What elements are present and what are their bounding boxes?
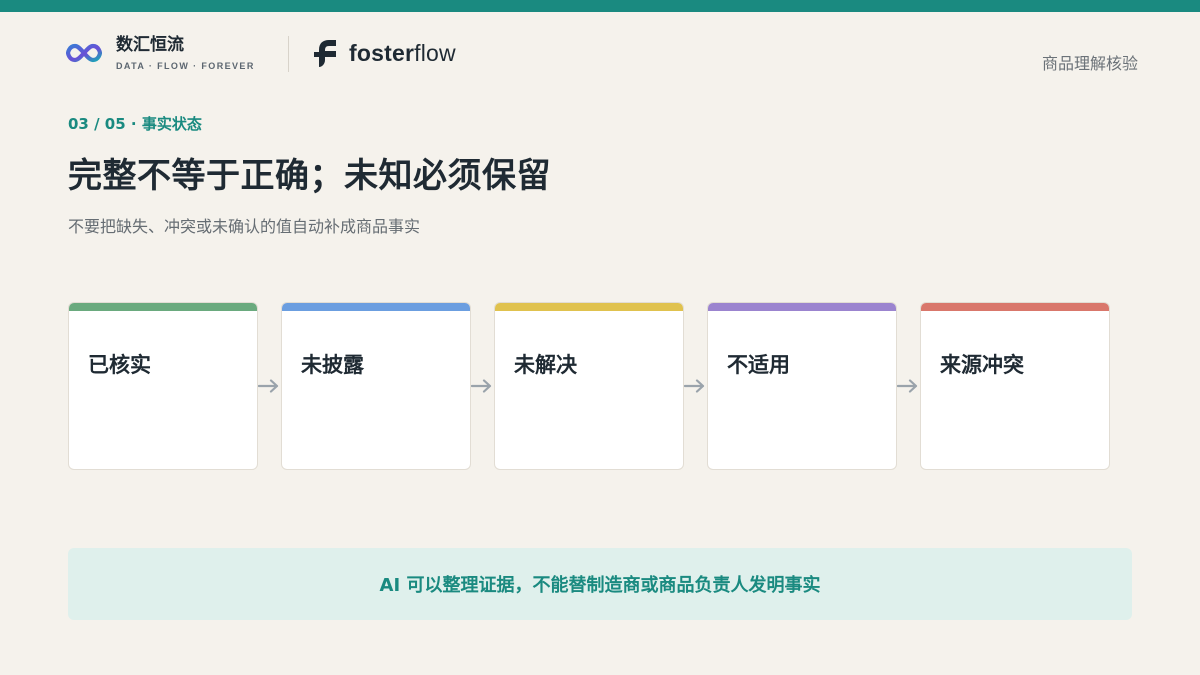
card-label: 来源冲突 [940,353,1024,377]
card-label: 未解决 [514,353,577,377]
arrow-right-icon [471,379,492,393]
card-label: 未披露 [301,353,364,377]
arrow-right-icon [684,379,705,393]
card-color-stripe [921,303,1109,311]
callout-text: AI 可以整理证据，不能替制造商或商品负责人发明事实 [379,575,821,596]
card-color-stripe [69,303,257,311]
brand-logo: 数汇恒流 DATA · FLOW · FOREVER [66,34,255,71]
state-card-unresolved: 未解决 [494,302,684,470]
brand-tagline: DATA · FLOW · FOREVER [116,61,255,71]
page-subtitle: 不要把缺失、冲突或未确认的值自动补成商品事实 [68,217,421,236]
card-color-stripe [495,303,683,311]
page-context-label: 商品理解核验 [1041,54,1138,73]
arrow-right-icon [258,379,279,393]
state-card-verified: 已核实 [68,302,258,470]
brand-name: 数汇恒流 [116,35,184,55]
section-label: 03 / 05 · 事实状态 [68,115,202,133]
logo-divider [288,36,289,72]
arrow-right-icon [897,379,918,393]
card-color-stripe [282,303,470,311]
card-label: 不适用 [727,353,790,377]
card-label: 已核实 [88,353,151,377]
infinity-loop-logo-icon [66,43,102,62]
page-title: 完整不等于正确；未知必须保留 [68,156,551,196]
state-card-source-conflict: 来源冲突 [920,302,1110,470]
partner-wordmark: fosterflow [349,39,456,66]
key-message-callout: AI 可以整理证据，不能替制造商或商品负责人发明事实 [68,548,1132,620]
fosterflow-logo-icon [314,40,336,67]
partner-logo: fosterflow [312,38,456,68]
card-color-stripe [708,303,896,311]
state-card-undisclosed: 未披露 [281,302,471,470]
state-card-not-applicable: 不适用 [707,302,897,470]
fact-state-cards: 已核实 未披露 未解决 不适用 来源冲突 [68,302,1110,470]
top-accent-bar [0,0,1200,12]
